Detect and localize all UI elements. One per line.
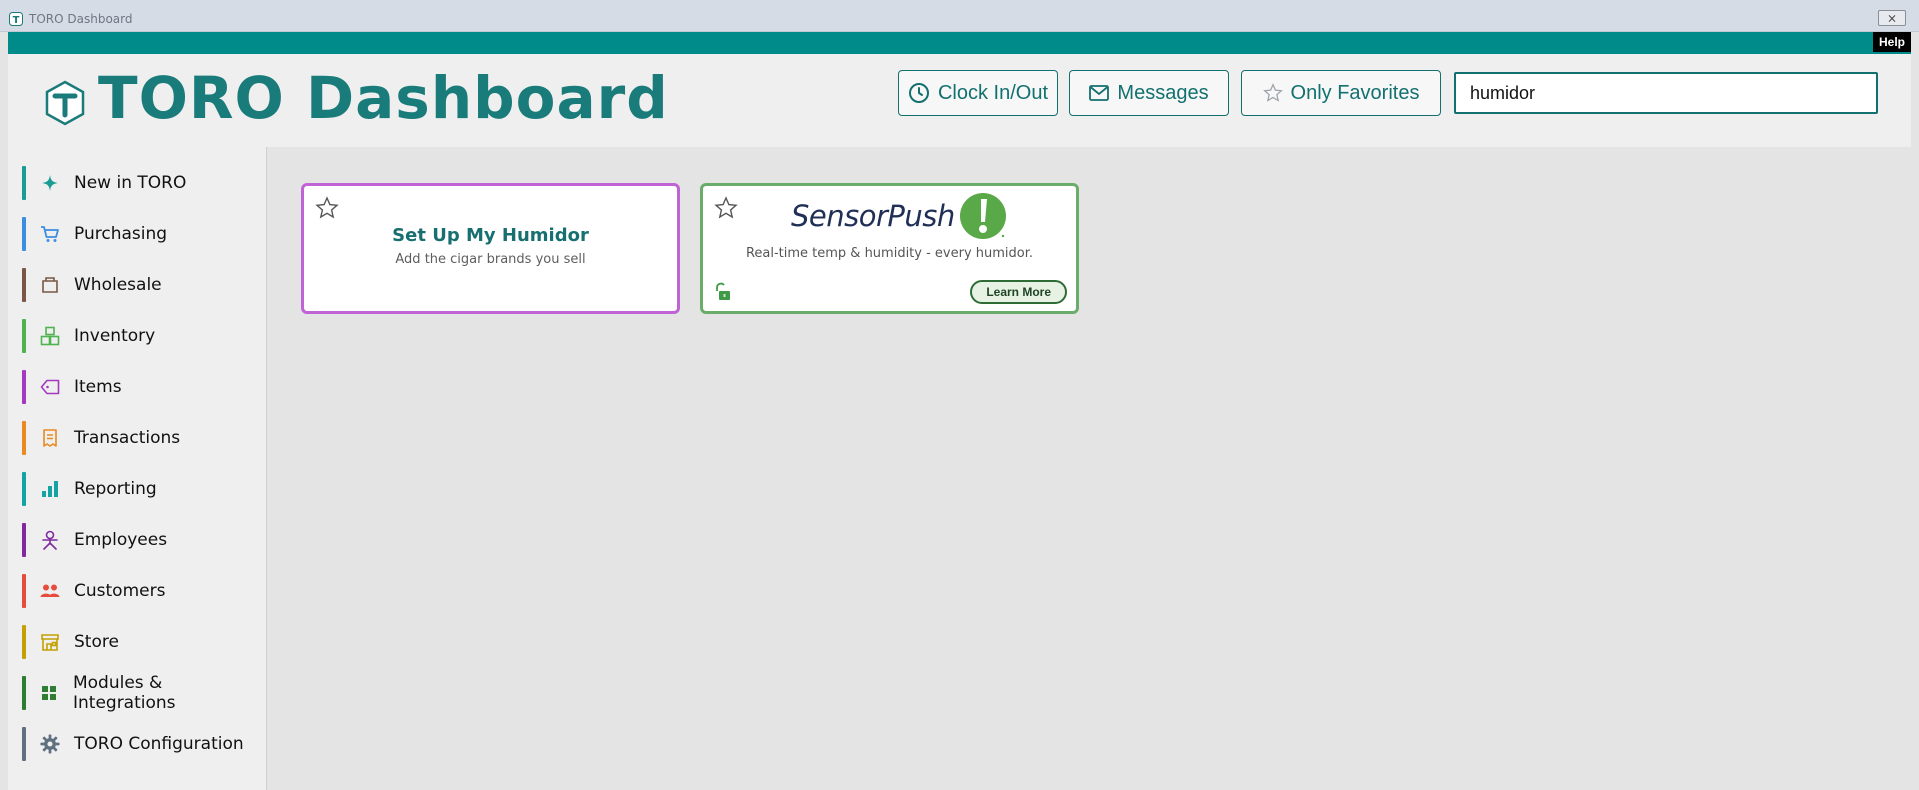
sidebar-item-purchasing[interactable]: Purchasing [22, 217, 262, 251]
card-subtitle: Real-time temp & humidity - every humido… [745, 246, 1034, 261]
sidebar-item-reporting[interactable]: Reporting [22, 472, 262, 506]
only-favorites-label: Only Favorites [1290, 81, 1420, 104]
sidebar-item-toro-configuration[interactable]: TORO Configuration [22, 727, 262, 761]
grid-icon [40, 683, 59, 703]
sidebar-item-label: TORO Configuration [74, 734, 244, 754]
unlock-icon [716, 282, 730, 300]
receipt-icon [40, 428, 60, 448]
favorite-star-icon[interactable] [315, 196, 339, 220]
sidebar-accent-bar [22, 166, 26, 200]
employee-icon [40, 530, 60, 550]
sidebar-item-wholesale[interactable]: Wholesale [22, 268, 262, 302]
sidebar-accent-bar [22, 421, 26, 455]
sidebar-item-label: Reporting [74, 479, 157, 499]
sidebar-accent-bar [22, 625, 26, 659]
sidebar-accent-bar [22, 574, 26, 608]
page-title: TORO Dashboard [98, 64, 669, 132]
sidebar-item-transactions[interactable]: Transactions [22, 421, 262, 455]
sidebar-item-customers[interactable]: Customers [22, 574, 262, 608]
sidebar-accent-bar [22, 370, 26, 404]
dashboard-header: TORO Dashboard Clock In/Out Messages Onl… [8, 54, 1911, 147]
sensorpush-logo: SensorPush [791, 192, 1007, 240]
sidebar-item-employees[interactable]: Employees [22, 523, 262, 557]
sidebar-item-label: Purchasing [74, 224, 168, 244]
sidebar-item-inventory[interactable]: Inventory [22, 319, 262, 353]
envelope-icon [1089, 85, 1110, 101]
learn-more-button[interactable]: Learn More [970, 280, 1067, 304]
sidebar-item-label: Customers [74, 581, 166, 601]
favorite-star-icon[interactable] [714, 196, 738, 220]
sidebar-accent-bar [22, 676, 26, 710]
sensorpush-brand: SensorPush [791, 199, 955, 233]
sidebar-accent-bar [22, 727, 26, 761]
svg-text:T: T [13, 15, 20, 26]
sidebar-item-label: Transactions [74, 428, 181, 448]
sidebar-item-label: Employees [74, 530, 168, 550]
sidebar-item-new-in-toro[interactable]: New in TORO [22, 166, 262, 200]
clock-in-out-button[interactable]: Clock In/Out [898, 70, 1058, 116]
clock-icon [908, 83, 929, 103]
sidebar-accent-bar [22, 268, 26, 302]
sidebar-accent-bar [22, 319, 26, 353]
sidebar-item-label: New in TORO [74, 173, 187, 193]
sensorpush-mark-icon [959, 193, 1006, 239]
sidebar-accent-bar [22, 523, 26, 557]
tag-icon [40, 377, 60, 397]
search-input[interactable] [1454, 72, 1878, 114]
card-title: Set Up My Humidor [392, 225, 589, 246]
sensorpush-card[interactable]: SensorPush Real-time temp & humidity - e… [700, 183, 1079, 314]
bar-chart-icon [40, 479, 60, 499]
sidebar-accent-bar [22, 472, 26, 506]
sidebar-accent-bar [22, 217, 26, 251]
star-outline-icon [1262, 83, 1283, 102]
sidebar-item-label: Store [74, 632, 119, 652]
messages-button[interactable]: Messages [1069, 70, 1229, 116]
help-button[interactable]: Help [1872, 32, 1911, 52]
window-close-button[interactable]: ⨯ [1878, 10, 1906, 26]
window-title: TORO Dashboard [29, 12, 133, 26]
only-favorites-button[interactable]: Only Favorites [1241, 70, 1441, 116]
gear-icon [40, 734, 60, 754]
sidebar-item-label: Inventory [74, 326, 156, 346]
sparkle-icon [40, 173, 60, 193]
sidebar: New in TORO Purchasing Wholesale Invento… [8, 147, 267, 790]
boxes-icon [40, 326, 60, 346]
app-icon: T [9, 12, 23, 26]
cart-icon [40, 224, 60, 244]
sidebar-item-store[interactable]: Store [22, 625, 262, 659]
clock-in-out-label: Clock In/Out [937, 81, 1049, 104]
toro-logo-icon [45, 80, 85, 126]
sidebar-item-label: Modules & Integrations [72, 673, 176, 713]
sidebar-item-modules-integrations[interactable]: Modules & Integrations [22, 673, 262, 713]
messages-label: Messages [1117, 81, 1209, 104]
store-icon [40, 632, 60, 652]
people-icon [40, 581, 60, 601]
humidor-setup-card[interactable]: Set Up My Humidor Add the cigar brands y… [301, 183, 680, 314]
sidebar-item-label: Items [74, 377, 122, 397]
card-subtitle: Add the cigar brands you sell [395, 252, 586, 267]
top-strip: Help [8, 32, 1911, 54]
sidebar-item-label: Wholesale [74, 275, 162, 295]
window-titlebar: T TORO Dashboard ⨯ [0, 0, 1919, 32]
sidebar-item-items[interactable]: Items [22, 370, 262, 404]
box-icon [40, 275, 60, 295]
